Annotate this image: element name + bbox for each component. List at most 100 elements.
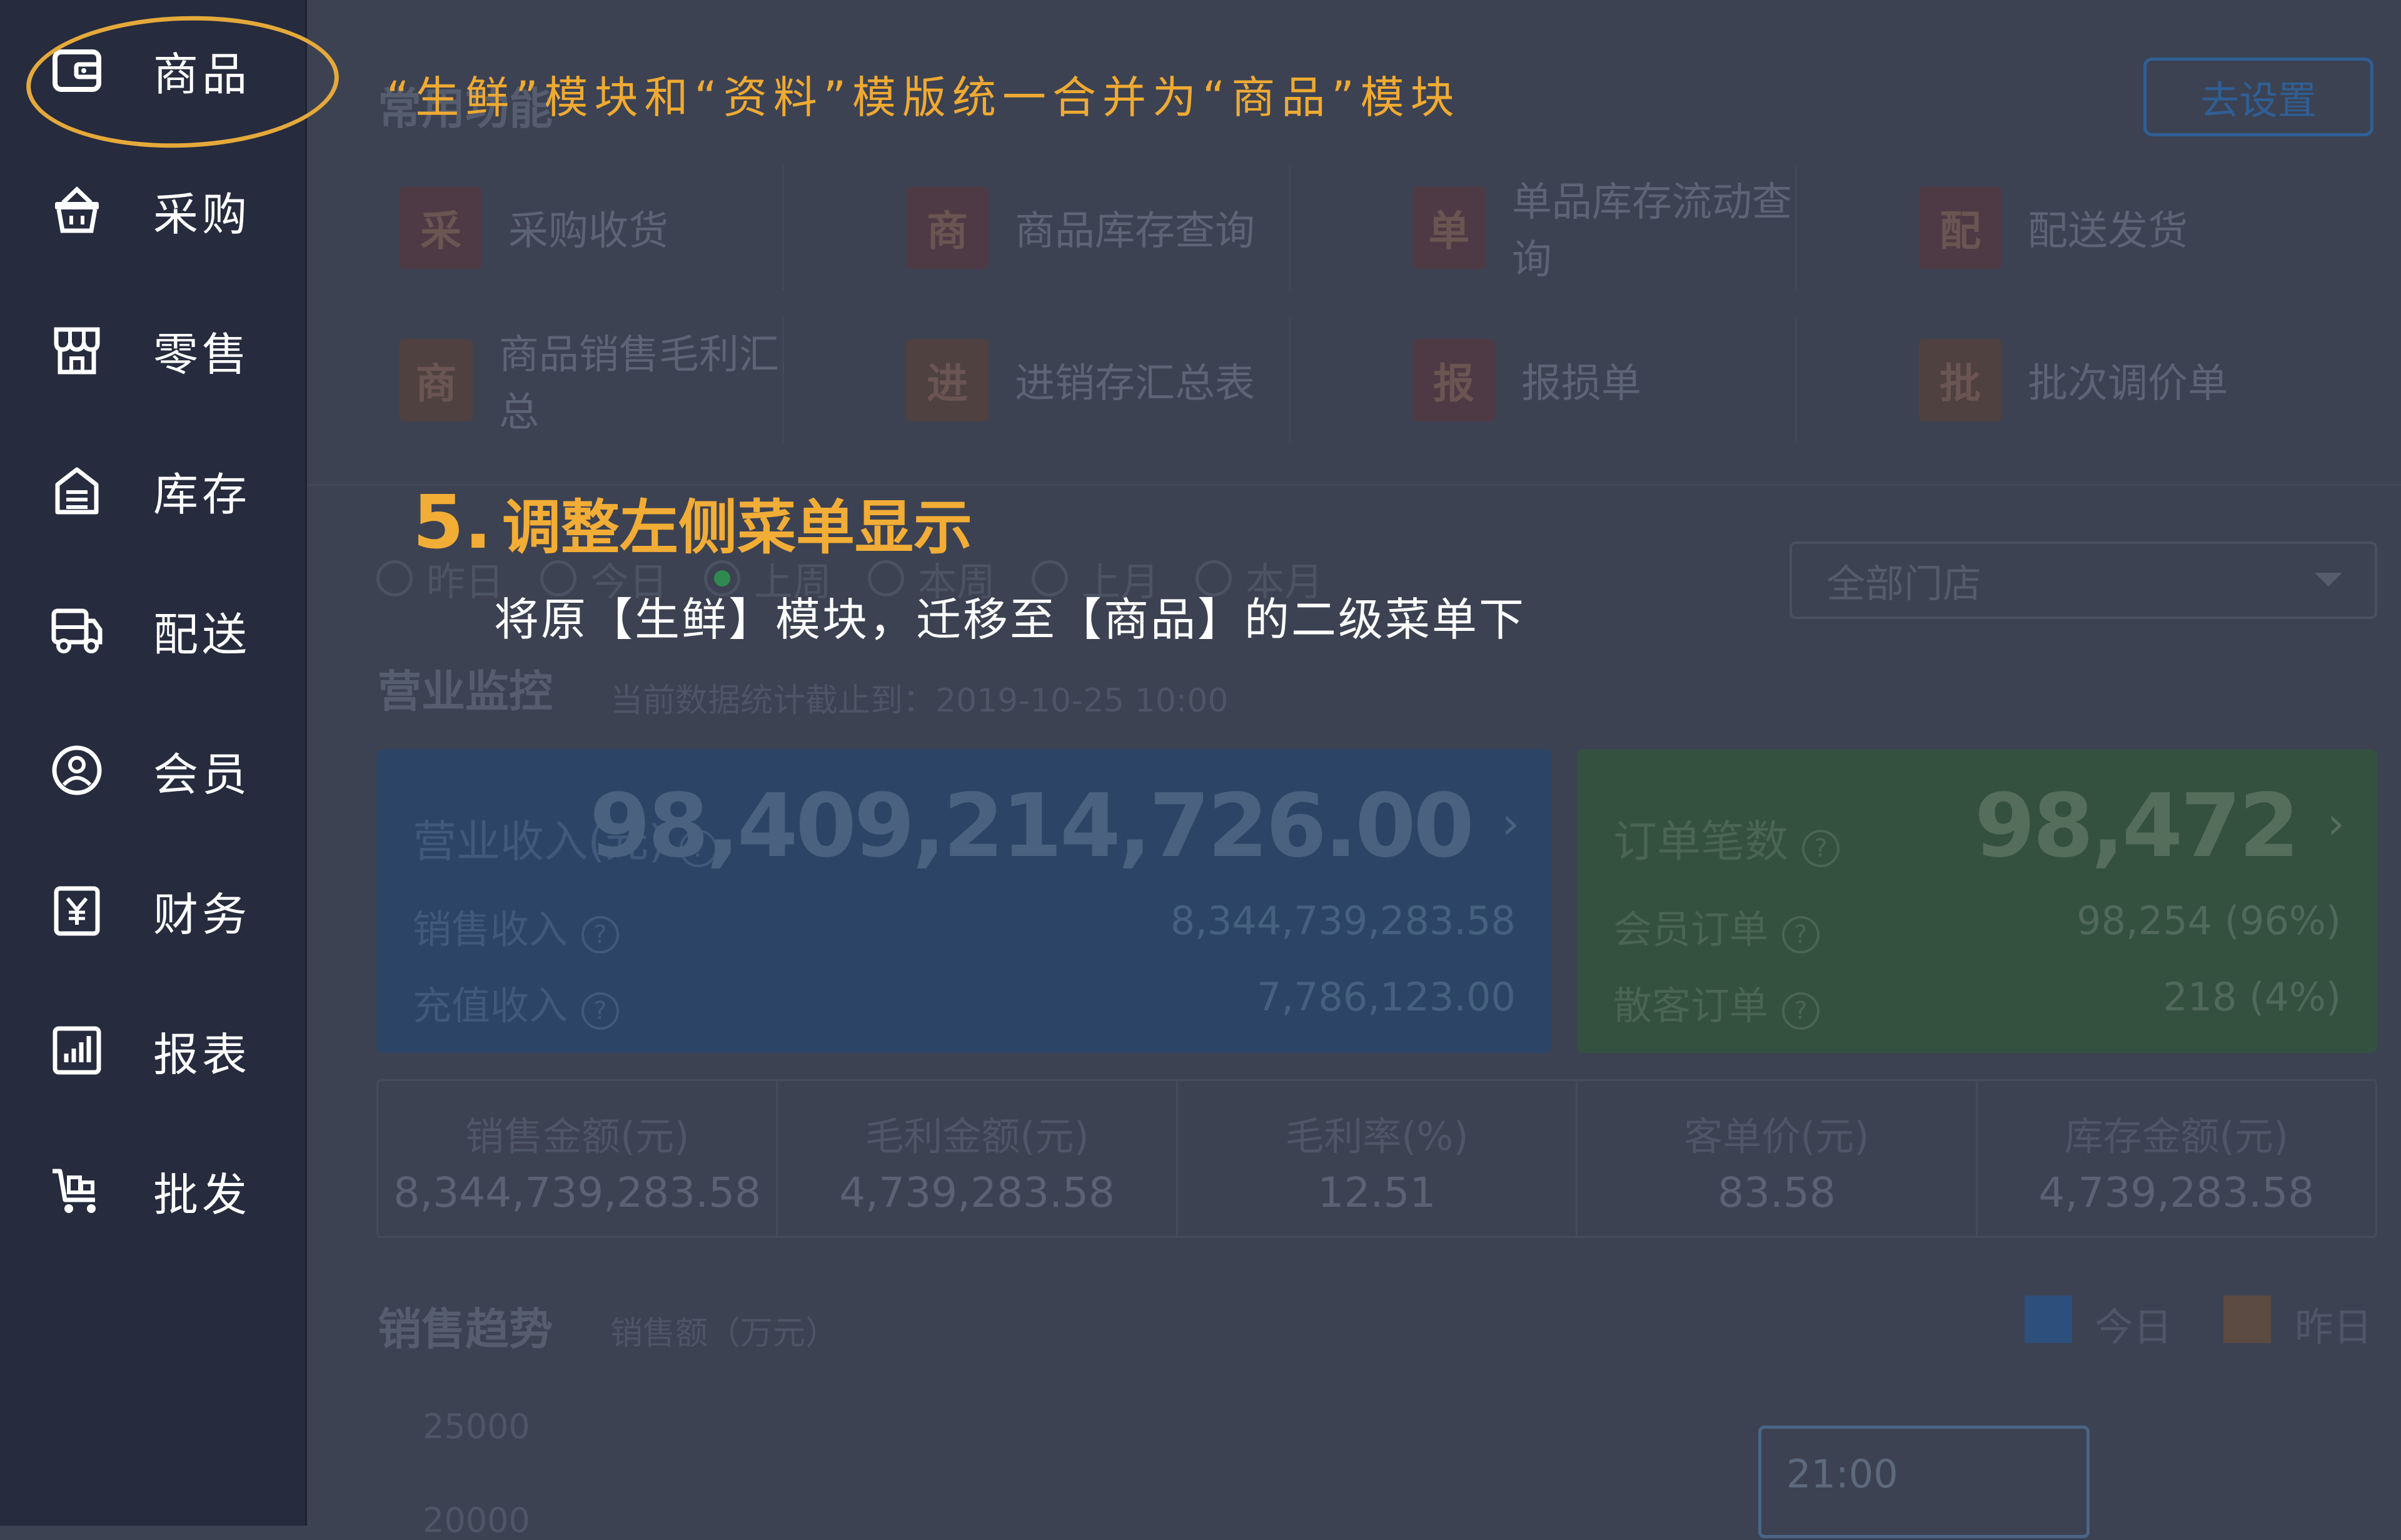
quick-function-item[interactable]: 单 单品库存流动查询	[1320, 165, 1797, 290]
chevron-down-icon	[2315, 573, 2342, 586]
stat-label: 客单价(元)	[1684, 1114, 1870, 1159]
sidebar-item-label: 零售	[153, 328, 251, 381]
quick-function-item[interactable]: 商 商品销售毛利汇总	[307, 318, 784, 443]
help-icon[interactable]: ?	[581, 916, 620, 954]
sidebar-item-label: 报表	[153, 1028, 251, 1081]
recharge-income-row: 充值收入?	[413, 974, 620, 1030]
quick-function-item[interactable]: 商 商品库存查询	[813, 165, 1291, 290]
function-label: 采购收货	[508, 208, 668, 254]
setup-button[interactable]: 去设置	[2143, 58, 2373, 136]
annotation-step-heading: 5. 调整左侧菜单显示	[413, 479, 972, 565]
stat-value: 83.58	[1717, 1169, 1836, 1217]
stat-value: 4,739,283.58	[839, 1169, 1115, 1217]
trend-title: 销售趋势	[378, 1304, 553, 1355]
sidebar-item-delivery[interactable]: 配送	[0, 580, 305, 680]
sales-income-row: 销售收入?	[413, 898, 620, 954]
member-orders-row: 会员订单?	[1613, 898, 1820, 954]
function-badge: 配	[1919, 186, 2001, 269]
sidebar-item-label: 财务	[153, 888, 251, 941]
legend-label-yesterday: 昨日	[2295, 1304, 2373, 1350]
store-select-value: 全部门店	[1826, 561, 1982, 606]
annotation-step-description: 将原【生鲜】模块，迁移至【商品】的二级菜单下	[494, 593, 1526, 646]
radio-yesterday[interactable]	[376, 560, 413, 596]
wallet-icon	[50, 43, 104, 97]
function-label: 商品销售毛利汇总	[498, 332, 779, 436]
quick-function-item[interactable]: 批 批次调价单	[1826, 318, 2302, 443]
sidebar-item-member[interactable]: 会员	[0, 720, 305, 820]
annotation-step-title: 调整左侧菜单显示	[501, 494, 972, 562]
monitor-title: 营业监控	[378, 666, 553, 717]
chevron-right-icon[interactable]: ›	[2327, 798, 2345, 849]
stat-inventory-amount: 库存金额(元) 4,739,283.58	[1978, 1081, 2375, 1236]
function-badge: 商	[906, 186, 989, 269]
legend-swatch-today	[2025, 1296, 2072, 1343]
annotation-step-number: 5.	[413, 479, 492, 565]
revenue-card[interactable]: 营业收入(元)? 98,409,214,726.00 › 销售收入? 8,344…	[376, 749, 1552, 1053]
sidebar-item-inventory[interactable]: 库存	[0, 440, 305, 540]
recharge-income-value: 7,786,123.00	[1256, 974, 1516, 1020]
order-card[interactable]: 订单笔数? 98,472 › 会员订单? 98,254 (96%) 散客订单? …	[1577, 749, 2377, 1053]
stat-value: 8,344,739,283.58	[393, 1169, 762, 1217]
sidebar-item-label: 商品	[153, 48, 251, 101]
help-icon[interactable]: ?	[1782, 916, 1820, 954]
stat-value: 4,739,283.58	[2038, 1169, 2315, 1217]
sidebar-item-retail[interactable]: 零售	[0, 300, 305, 400]
y-tick-label: 25000	[423, 1407, 530, 1446]
sidebar-item-label: 采购	[153, 188, 251, 241]
function-badge: 批	[1919, 339, 2001, 421]
quick-function-item[interactable]: 配 配送发货	[1826, 165, 2302, 290]
function-badge: 进	[906, 339, 989, 421]
guest-orders-value: 218 (4%)	[2163, 974, 2341, 1020]
chart-tooltip: 21:00	[1758, 1426, 2090, 1538]
order-total: 98,472	[1974, 775, 2300, 877]
sidebar-item-goods[interactable]: 商品	[0, 20, 305, 120]
order-title-row: 订单笔数?	[1613, 807, 1840, 870]
quick-function-item[interactable]: 进 进销存汇总表	[813, 318, 1291, 443]
function-label: 报损单	[1521, 361, 1641, 407]
monitor-timestamp: 当前数据统计截止到：2019-10-25 10:00	[610, 682, 1229, 720]
stat-label: 毛利率(%)	[1285, 1114, 1469, 1159]
guest-orders-label: 散客订单	[1613, 983, 1769, 1029]
y-tick-label: 20000	[423, 1501, 530, 1540]
function-label: 配送发货	[2028, 208, 2188, 254]
sidebar-item-purchase[interactable]: 采购	[0, 160, 305, 260]
sidebar-item-wholesale[interactable]: 批发	[0, 1140, 305, 1241]
help-icon[interactable]: ?	[581, 992, 620, 1030]
warehouse-icon	[50, 463, 104, 517]
trend-unit-note: 销售额（万元）	[610, 1315, 838, 1352]
member-orders-label: 会员订单	[1613, 907, 1769, 952]
annotation-merge-note: “生鲜”模块和“资料”模版统一合并为“商品”模块	[386, 72, 1461, 123]
sidebar-item-report[interactable]: 报表	[0, 1000, 305, 1100]
stat-label: 库存金额(元)	[2064, 1114, 2289, 1159]
stat-value: 12.51	[1317, 1169, 1436, 1217]
quick-function-item[interactable]: 报 报损单	[1320, 318, 1797, 443]
sidebar-item-label: 批发	[153, 1168, 251, 1221]
cart-icon	[50, 1164, 104, 1217]
stats-strip: 销售金额(元) 8,344,739,283.58 毛利金额(元) 4,739,2…	[376, 1079, 2377, 1238]
member-icon	[50, 743, 104, 797]
function-label: 单品库存流动查询	[1511, 179, 1792, 283]
legend-label-today: 今日	[2095, 1304, 2173, 1350]
function-badge: 单	[1412, 186, 1486, 269]
order-title: 订单笔数	[1613, 816, 1788, 867]
function-label: 进销存汇总表	[1015, 361, 1255, 407]
sidebar-item-finance[interactable]: 财务	[0, 860, 305, 960]
chevron-right-icon[interactable]: ›	[1502, 798, 1519, 849]
function-badge: 采	[400, 186, 482, 269]
function-badge: 报	[1412, 339, 1495, 421]
help-icon[interactable]: ?	[1802, 830, 1840, 867]
stat-sales-amount: 销售金额(元) 8,344,739,283.58	[378, 1081, 778, 1236]
stat-margin-rate: 毛利率(%) 12.51	[1178, 1081, 1578, 1236]
sales-income-label: 销售收入	[413, 907, 568, 952]
member-orders-value: 98,254 (96%)	[2076, 898, 2341, 944]
function-badge: 商	[400, 339, 473, 421]
quick-function-item[interactable]: 采 采购收货	[307, 165, 784, 290]
stat-label: 销售金额(元)	[465, 1114, 690, 1159]
store-select[interactable]: 全部门店	[1789, 541, 2377, 619]
sidebar-item-label: 库存	[153, 468, 251, 521]
recharge-income-label: 充值收入	[413, 983, 568, 1029]
sidebar: 商品 采购 零售 库存 配送 会员 财务 报表 批发	[0, 0, 307, 1526]
stat-avg-ticket: 客单价(元) 83.58	[1578, 1081, 1978, 1236]
help-icon[interactable]: ?	[1782, 992, 1820, 1030]
sidebar-item-label: 配送	[153, 608, 251, 661]
